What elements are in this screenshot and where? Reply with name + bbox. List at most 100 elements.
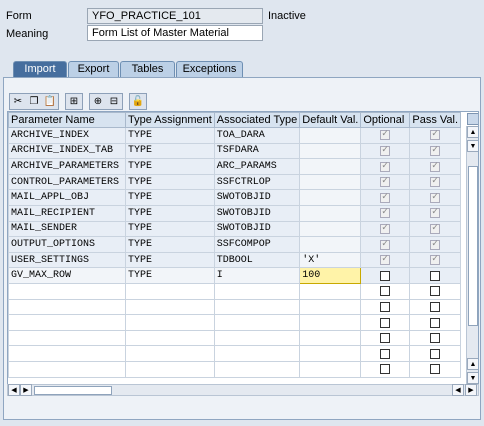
pass-checkbox[interactable] — [430, 253, 441, 266]
parameter-name-cell[interactable]: ARCHIVE_INDEX — [8, 127, 126, 144]
pass-checkbox[interactable] — [430, 270, 441, 281]
col-parameter-name[interactable]: Parameter Name — [8, 112, 126, 128]
delete-row-icon[interactable]: ⊟ — [106, 94, 122, 109]
associated-type-cell[interactable]: SSFCTRLOP — [213, 173, 301, 191]
parameter-name-cell[interactable]: OUTPUT_OPTIONS — [8, 236, 126, 253]
type-assignment-cell[interactable]: TYPE — [125, 204, 215, 222]
associated-type-cell[interactable]: SSFCOMPOP — [213, 236, 301, 253]
associated-type-cell[interactable]: TSFDARA — [213, 142, 301, 160]
lock-icon[interactable]: 🔓 — [130, 94, 146, 109]
parameter-name-cell[interactable]: ARCHIVE_INDEX_TAB — [8, 142, 126, 160]
empty-cell[interactable] — [299, 282, 362, 300]
empty-cell[interactable] — [409, 298, 462, 316]
pass-checkbox[interactable] — [430, 160, 441, 172]
empty-cell[interactable] — [299, 345, 362, 362]
default-value-cell[interactable] — [299, 127, 362, 144]
parameter-name-cell[interactable]: MAIL_APPL_OBJ — [8, 189, 126, 206]
optional-checkbox[interactable] — [380, 206, 391, 219]
optional-checkbox[interactable] — [380, 222, 391, 234]
parameter-name-cell[interactable]: MAIL_RECIPIENT — [8, 204, 126, 222]
empty-cell[interactable] — [299, 329, 362, 347]
empty-cell[interactable] — [213, 329, 301, 347]
col-optional[interactable]: Optional — [360, 112, 411, 128]
type-assignment-cell[interactable]: TYPE — [125, 173, 215, 191]
optional-checkbox[interactable] — [380, 238, 391, 250]
optional-checkbox[interactable] — [380, 348, 391, 359]
empty-cell[interactable] — [125, 282, 215, 300]
page-left-icon[interactable]: ◀ — [452, 384, 464, 396]
pass-checkbox[interactable] — [430, 191, 441, 203]
type-assignment-cell[interactable]: TYPE — [125, 267, 215, 284]
empty-cell[interactable] — [360, 345, 411, 362]
associated-type-cell[interactable]: SWOTOBJID — [213, 220, 301, 238]
default-value-cell[interactable] — [299, 204, 362, 222]
optional-checkbox[interactable] — [380, 364, 391, 375]
pass-checkbox[interactable] — [430, 301, 441, 312]
empty-cell[interactable] — [213, 345, 301, 362]
empty-cell[interactable] — [213, 314, 301, 331]
paste-icon[interactable]: 📋 — [42, 94, 58, 109]
pass-checkbox[interactable] — [430, 364, 441, 375]
insert-row-icon[interactable]: ⊞ — [66, 94, 82, 109]
page-right-icon[interactable]: ▶ — [20, 384, 32, 396]
empty-cell[interactable] — [125, 314, 215, 331]
meaning-field[interactable]: Form List of Master Material — [87, 25, 263, 41]
pass-checkbox[interactable] — [430, 222, 441, 234]
pass-checkbox[interactable] — [430, 144, 441, 156]
type-assignment-cell[interactable]: TYPE — [125, 236, 215, 253]
default-value-cell[interactable] — [299, 158, 362, 175]
optional-checkbox[interactable] — [380, 175, 391, 188]
empty-cell[interactable] — [360, 360, 411, 378]
scroll-up-icon[interactable]: ▲ — [467, 126, 478, 138]
empty-cell[interactable] — [409, 314, 462, 331]
col-associated-type[interactable]: Associated Type — [213, 112, 301, 128]
empty-cell[interactable] — [213, 360, 301, 378]
scroll-right-icon[interactable]: ▶ — [465, 384, 477, 396]
pass-checkbox[interactable] — [430, 286, 441, 297]
optional-checkbox[interactable] — [380, 191, 391, 203]
tab-export[interactable]: Export — [68, 61, 119, 77]
type-assignment-cell[interactable]: TYPE — [125, 220, 215, 238]
parameter-name-cell[interactable]: USER_SETTINGS — [8, 251, 126, 269]
empty-cell[interactable] — [8, 345, 126, 362]
col-default-val[interactable]: Default Val. — [299, 112, 362, 128]
optional-checkbox[interactable] — [380, 317, 391, 328]
empty-cell[interactable] — [409, 329, 462, 347]
pass-checkbox[interactable] — [430, 238, 441, 250]
pass-checkbox[interactable] — [430, 128, 441, 141]
cut-icon[interactable]: ✂ — [10, 94, 26, 109]
associated-type-cell[interactable]: ARC_PARAMS — [213, 158, 301, 175]
optional-checkbox[interactable] — [380, 128, 391, 141]
table-settings-icon[interactable] — [467, 113, 478, 125]
associated-type-cell[interactable]: SWOTOBJID — [213, 204, 301, 222]
empty-cell[interactable] — [409, 282, 462, 300]
page-up-icon[interactable]: ▼ — [467, 140, 478, 152]
page-down-icon[interactable]: ▲ — [467, 358, 478, 370]
parameter-name-cell[interactable]: GV_MAX_ROW — [8, 267, 126, 284]
empty-cell[interactable] — [213, 282, 301, 300]
default-value-cell[interactable]: 'X' — [299, 251, 362, 269]
pass-checkbox[interactable] — [430, 206, 441, 219]
col-type-assignment[interactable]: Type Assignment — [125, 112, 215, 128]
empty-cell[interactable] — [125, 360, 215, 378]
optional-checkbox[interactable] — [380, 333, 391, 344]
default-value-cell[interactable] — [299, 142, 362, 160]
tab-exceptions[interactable]: Exceptions — [176, 61, 243, 77]
scroll-left-icon[interactable]: ◀ — [8, 384, 20, 396]
empty-cell[interactable] — [125, 345, 215, 362]
parameter-name-cell[interactable]: CONTROL_PARAMETERS — [8, 173, 126, 191]
parameter-name-cell[interactable]: MAIL_SENDER — [8, 220, 126, 238]
copy-icon[interactable]: ❐ — [26, 94, 42, 109]
empty-cell[interactable] — [8, 314, 126, 331]
type-assignment-cell[interactable]: TYPE — [125, 251, 215, 269]
empty-cell[interactable] — [8, 360, 126, 378]
default-value-cell[interactable] — [299, 189, 362, 206]
empty-cell[interactable] — [213, 298, 301, 316]
optional-checkbox[interactable] — [380, 301, 391, 312]
empty-cell[interactable] — [360, 314, 411, 331]
default-value-cell[interactable] — [299, 220, 362, 238]
tab-import[interactable]: Import — [13, 61, 67, 77]
pass-checkbox[interactable] — [430, 348, 441, 359]
horizontal-scroll-thumb[interactable] — [34, 386, 112, 395]
optional-checkbox[interactable] — [380, 253, 391, 266]
